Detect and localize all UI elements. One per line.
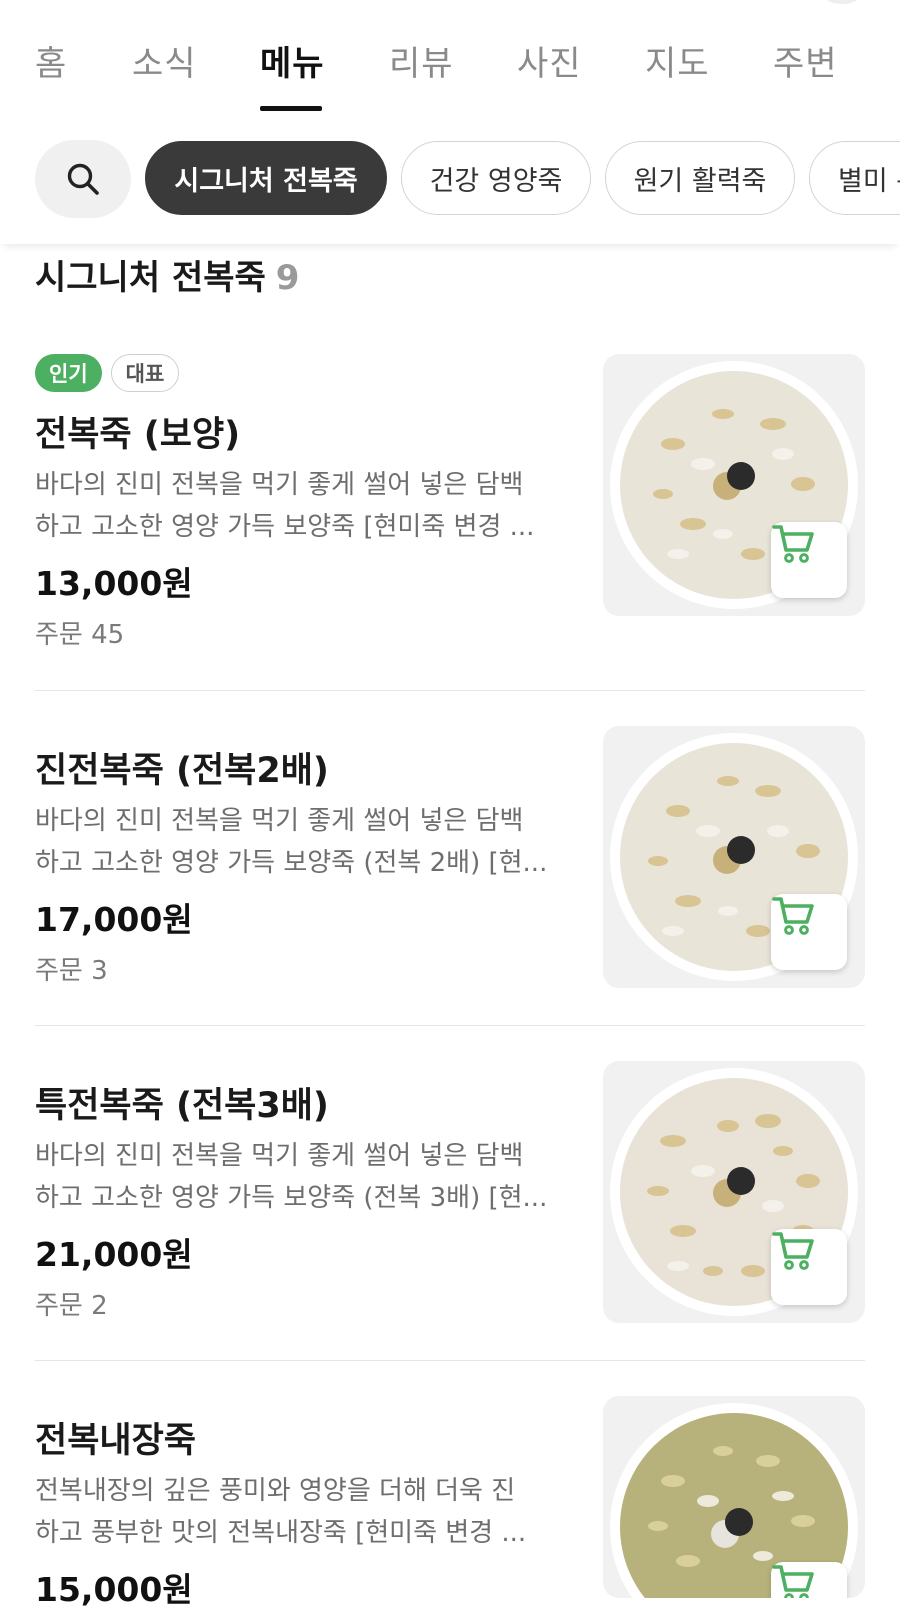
- item-name: 특전복죽 (전복3배): [35, 1086, 329, 1126]
- tab-reviews[interactable]: 리뷰: [389, 36, 454, 85]
- section-title-text: 시그니처 전복죽: [35, 258, 266, 298]
- item-photo[interactable]: [603, 1061, 865, 1323]
- item-divider: [35, 1025, 865, 1026]
- tab-news[interactable]: 소식: [132, 36, 197, 85]
- item-description: 바다의 진미 전복을 먹기 좋게 썰어 넣은 담백 하고 고소한 영양 가득 보…: [35, 800, 555, 884]
- item-photo[interactable]: [603, 726, 865, 988]
- item-description-line: 하고 풍부한 맛의 전복내장죽 [현미죽 변경 ...: [35, 1518, 527, 1548]
- item-divider: [35, 690, 865, 691]
- tab-map[interactable]: 지도: [645, 36, 710, 85]
- item-photo[interactable]: [603, 354, 865, 616]
- tab-menu[interactable]: 메뉴: [260, 36, 325, 85]
- cart-icon: [772, 1565, 814, 1598]
- item-description-line: 바다의 진미 전복을 먹기 좋게 썰어 넣은 담백: [35, 806, 524, 836]
- cart-icon: [772, 1232, 814, 1270]
- item-description-line: 전복내장의 깊은 풍미와 영양을 더해 더욱 진: [35, 1476, 516, 1506]
- popular-badge: 인기: [35, 354, 102, 392]
- item-order-count: 주문 2: [35, 1291, 108, 1321]
- tab-nearby[interactable]: 주변: [773, 36, 838, 85]
- search-icon: [67, 163, 99, 195]
- item-name: 전복내장죽: [35, 1421, 197, 1461]
- signature-badge: 대표: [110, 354, 180, 392]
- item-divider: [35, 1360, 865, 1361]
- item-badges: 인기 대표: [35, 354, 180, 392]
- item-price: 21,000원: [35, 1235, 193, 1274]
- item-description: 바다의 진미 전복을 먹기 좋게 썰어 넣은 담백 하고 고소한 영양 가득 보…: [35, 464, 555, 548]
- item-description: 전복내장의 깊은 풍미와 영양을 더해 더욱 진 하고 풍부한 맛의 전복내장죽…: [35, 1470, 555, 1554]
- cart-icon: [772, 897, 814, 935]
- item-price: 13,000원: [35, 564, 193, 603]
- item-name: 진전복죽 (전복2배): [35, 751, 329, 791]
- tab-photos[interactable]: 사진: [517, 36, 582, 85]
- item-description-line: 바다의 진미 전복을 먹기 좋게 썰어 넣은 담백: [35, 470, 524, 500]
- item-description-line: 하고 고소한 영양 가득 보양죽 (전복 2배) [현...: [35, 848, 548, 878]
- top-tab-bar: 홈 소식 메뉴 리뷰 사진 지도 주변: [0, 0, 900, 113]
- item-description-line: 하고 고소한 영양 가득 보양죽 [현미죽 변경 ...: [35, 512, 535, 542]
- section-title: 시그니처 전복죽 9: [35, 250, 299, 299]
- item-order-count: 주문 3: [35, 956, 108, 986]
- menu-search-button[interactable]: [35, 140, 131, 218]
- item-order-count: 주문 45: [35, 620, 125, 650]
- item-description-line: 하고 고소한 영양 가득 보양죽 (전복 3배) [현...: [35, 1183, 548, 1213]
- cart-icon: [772, 525, 814, 563]
- chip-healthy-porridge[interactable]: 건강 영양죽: [401, 141, 591, 215]
- chip-energy-porridge[interactable]: 원기 활력죽: [605, 141, 795, 215]
- item-price: 17,000원: [35, 900, 193, 939]
- tab-home[interactable]: 홈: [35, 36, 67, 85]
- top-edge-decoration: [824, 0, 860, 4]
- add-to-cart-button[interactable]: [771, 522, 847, 598]
- item-name: 전복죽 (보양): [35, 415, 241, 455]
- active-tab-indicator: [260, 106, 322, 111]
- section-item-count: 9: [275, 258, 300, 298]
- item-description-line: 바다의 진미 전복을 먹기 좋게 썰어 넣은 담백: [35, 1141, 524, 1171]
- add-to-cart-button[interactable]: [771, 894, 847, 970]
- add-to-cart-button[interactable]: [771, 1562, 847, 1598]
- chip-special-porridge[interactable]: 별미 특: [809, 141, 900, 215]
- category-chip-row[interactable]: 시그니처 전복죽 건강 영양죽 원기 활력죽 별미 특: [0, 112, 900, 244]
- add-to-cart-button[interactable]: [771, 1229, 847, 1305]
- item-price: 15,000원: [35, 1570, 193, 1609]
- chip-signature-abalone[interactable]: 시그니처 전복죽: [145, 141, 387, 215]
- item-photo[interactable]: [603, 1396, 865, 1598]
- item-description: 바다의 진미 전복을 먹기 좋게 썰어 넣은 담백 하고 고소한 영양 가득 보…: [35, 1135, 555, 1219]
